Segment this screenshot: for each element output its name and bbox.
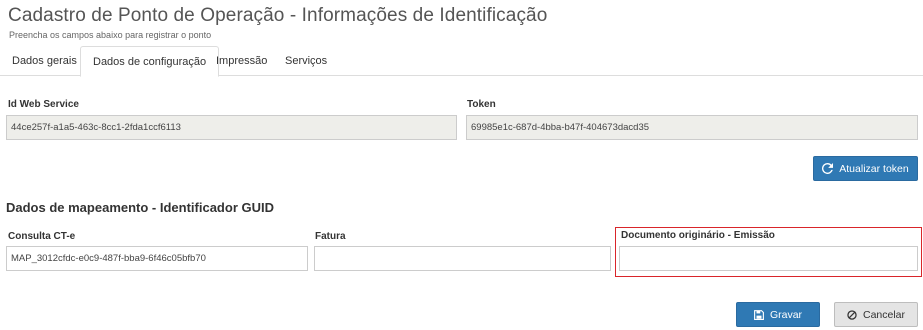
consulta-cte-field[interactable]: MAP_3012cfdc-e0c9-487f-bba9-6f46c05bfb70 <box>6 246 308 271</box>
tab-servicos[interactable]: Serviços <box>273 46 339 76</box>
page-title: Cadastro de Ponto de Operação - Informaç… <box>8 5 548 26</box>
tab-dados-gerais[interactable]: Dados gerais <box>0 46 89 76</box>
refresh-icon <box>822 163 834 174</box>
save-button[interactable]: Gravar <box>736 302 820 327</box>
consulta-cte-label: Consulta CT-e <box>8 231 76 242</box>
cancel-button[interactable]: Cancelar <box>834 302 918 327</box>
tab-impressao[interactable]: Impressão <box>204 46 279 76</box>
fatura-label: Fatura <box>315 231 346 242</box>
documento-originario-label: Documento originário - Emissão <box>621 230 775 241</box>
save-icon <box>754 309 764 320</box>
fatura-field[interactable] <box>314 246 611 271</box>
update-token-label: Atualizar token <box>839 162 909 175</box>
tab-bar: Dados gerais Dados de configuração Impre… <box>0 46 923 77</box>
id-web-service-label: Id Web Service <box>8 99 79 110</box>
token-label: Token <box>467 99 496 110</box>
id-web-service-field[interactable]: 44ce257f-a1a5-463c-8cc1-2fda1ccf6113 <box>6 115 457 140</box>
tab-dados-de-configuracao[interactable]: Dados de configuração <box>80 46 220 77</box>
mapping-section-title: Dados de mapeamento - Identificador GUID <box>6 200 274 215</box>
update-token-button[interactable]: Atualizar token <box>813 156 918 181</box>
cancel-label: Cancelar <box>862 308 906 321</box>
cancel-icon <box>847 309 857 320</box>
token-field[interactable]: 69985e1c-687d-4bba-b47f-404673dacd35 <box>466 115 918 140</box>
documento-originario-field[interactable] <box>619 246 918 271</box>
save-label: Gravar <box>769 308 803 321</box>
page-subtitle: Preencha os campos abaixo para registrar… <box>9 30 212 40</box>
